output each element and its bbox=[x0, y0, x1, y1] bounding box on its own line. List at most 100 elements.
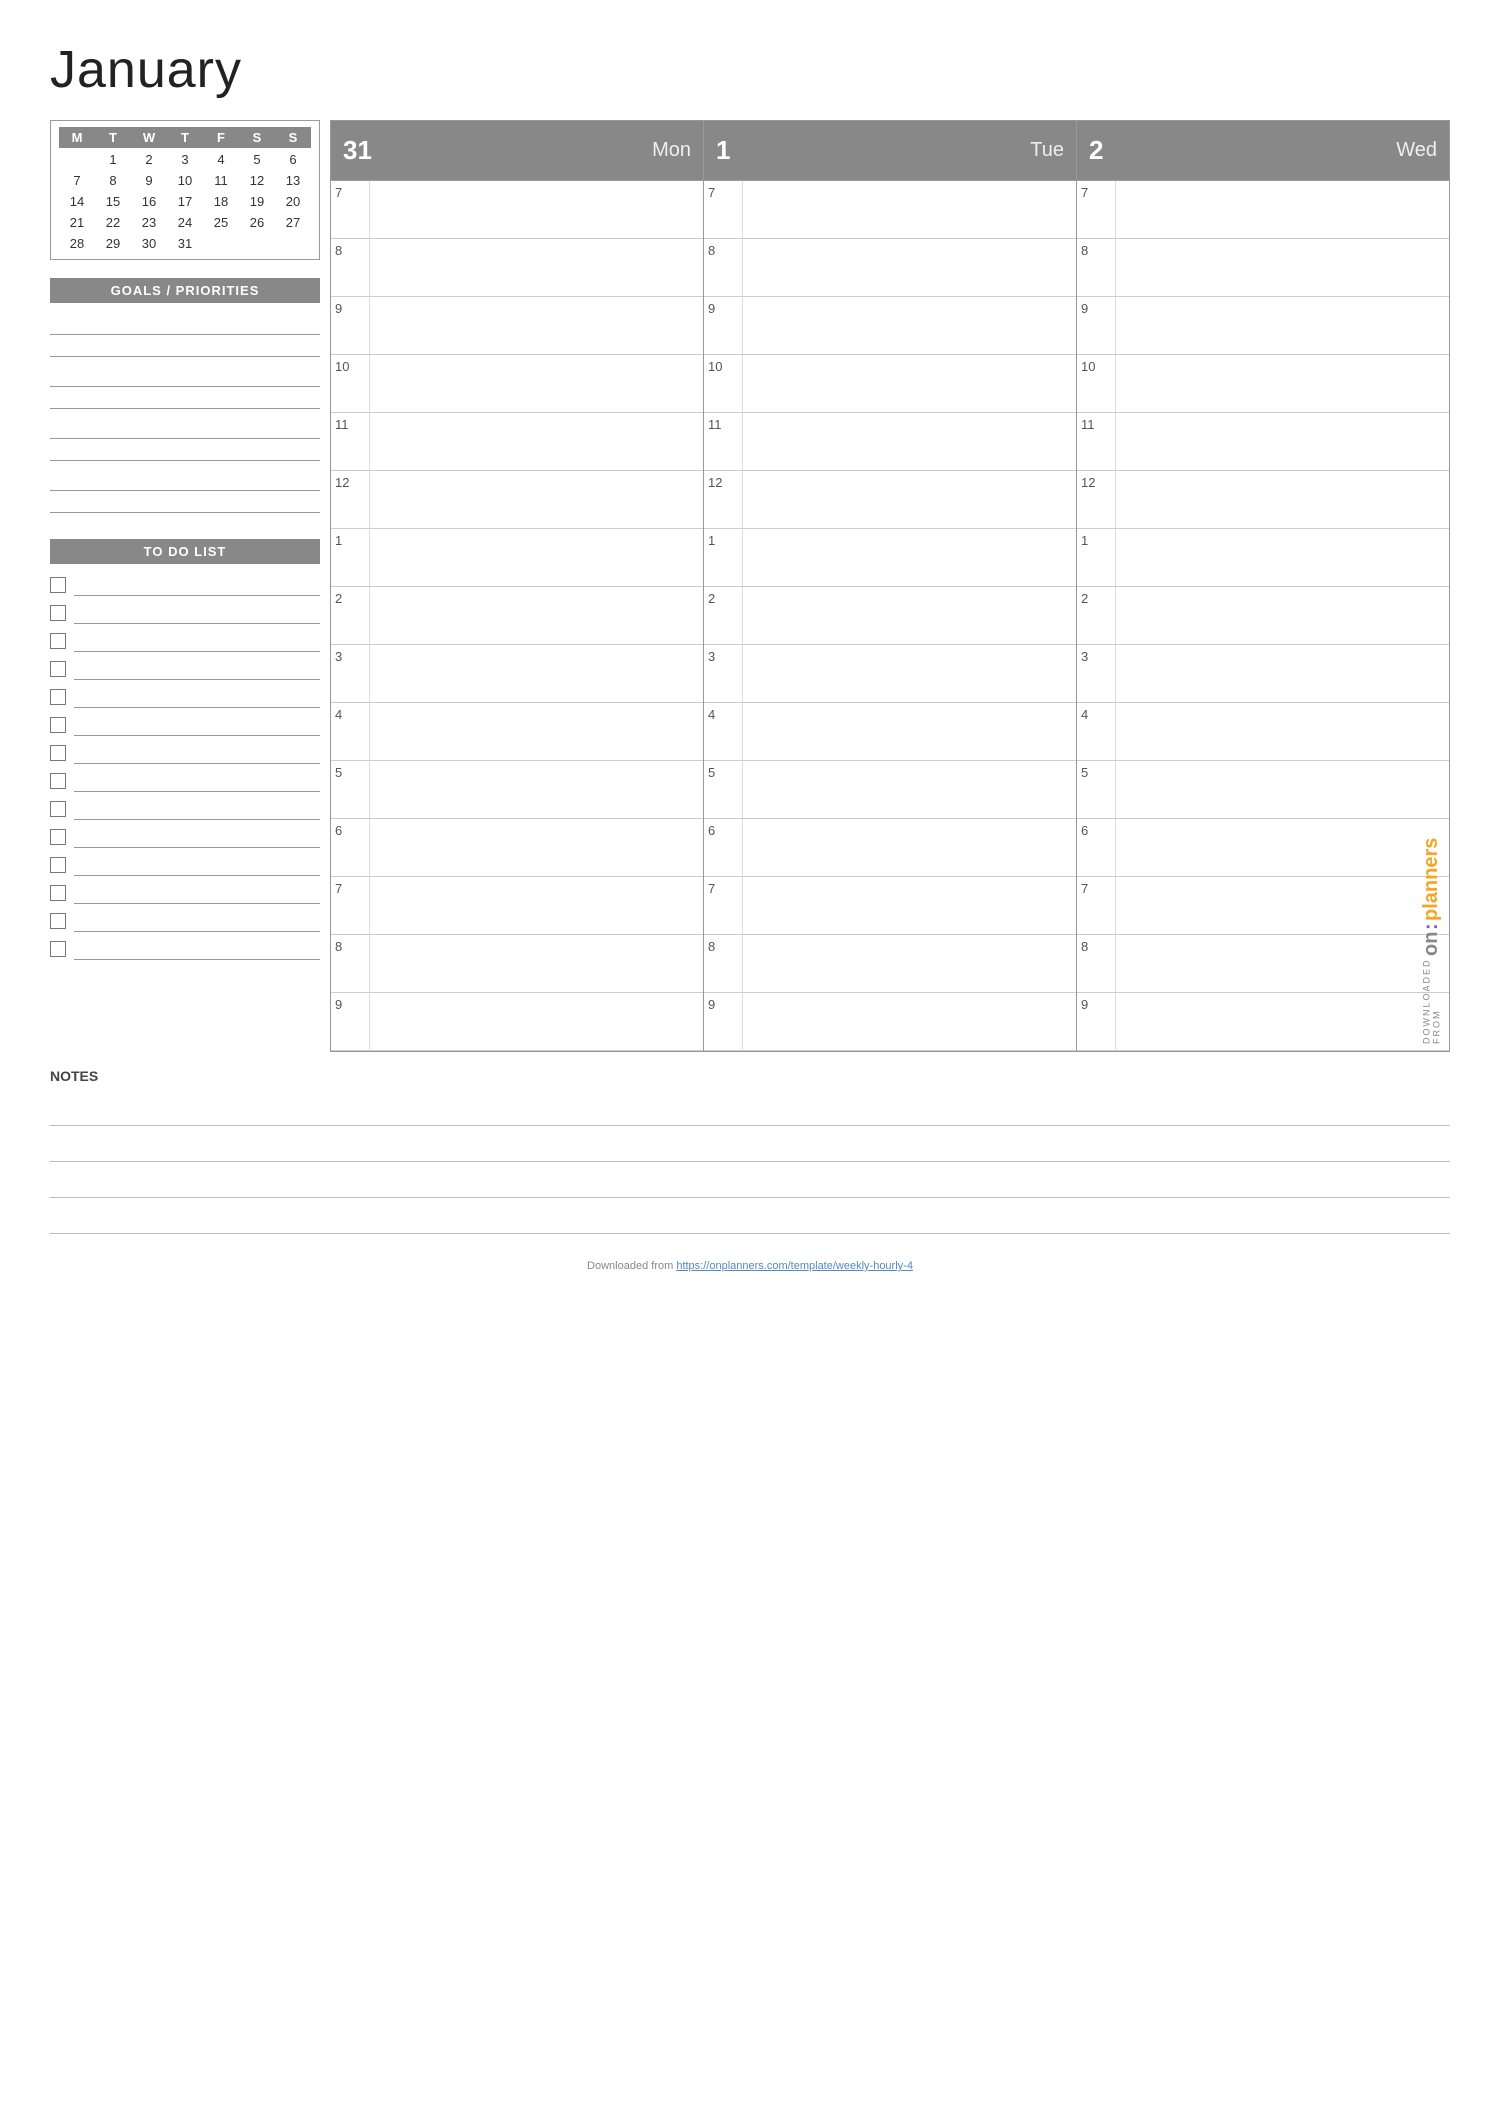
goals-header: GOALS / PRIORITIES bbox=[50, 278, 320, 303]
todo-checkbox-1[interactable] bbox=[50, 577, 66, 593]
time-slot-mon-1: 1 bbox=[331, 529, 703, 587]
todo-checkbox-9[interactable] bbox=[50, 801, 66, 817]
time-slot-mon-12: 12 bbox=[331, 471, 703, 529]
time-slot-mon-5: 5 bbox=[331, 761, 703, 819]
todo-item-1 bbox=[50, 574, 320, 596]
time-slot-tue-10: 10 bbox=[704, 355, 1076, 413]
time-slot-wed-2: 2 bbox=[1077, 587, 1449, 645]
time-slot-mon-2: 2 bbox=[331, 587, 703, 645]
cal-col-t2: T bbox=[167, 130, 203, 145]
mini-cal-grid: 1 2 3 4 5 6 7 8 9 10 11 12 13 14 15 16 1… bbox=[59, 150, 311, 253]
time-slot-tue-8: 8 bbox=[704, 239, 1076, 297]
time-slot-tue-11: 11 bbox=[704, 413, 1076, 471]
time-slot-mon-7: 7 bbox=[331, 181, 703, 239]
todo-item-13 bbox=[50, 910, 320, 932]
todo-checkbox-6[interactable] bbox=[50, 717, 66, 733]
day-num-mon: 31 bbox=[343, 135, 372, 166]
todo-item-2 bbox=[50, 602, 320, 624]
todo-checkbox-14[interactable] bbox=[50, 941, 66, 957]
notes-lines bbox=[50, 1090, 1450, 1234]
todo-checkbox-2[interactable] bbox=[50, 605, 66, 621]
todo-checkbox-7[interactable] bbox=[50, 745, 66, 761]
day-column-mon: 31 Mon 7 8 9 10 11 12 1 2 3 4 5 6 7 8 9 bbox=[330, 121, 703, 1051]
mini-cal-header: M T W T F S S bbox=[59, 127, 311, 148]
time-slot-wed-7b: 7 bbox=[1077, 877, 1449, 935]
todo-checkbox-8[interactable] bbox=[50, 773, 66, 789]
day-name-mon: Mon bbox=[652, 139, 691, 162]
time-slot-wed-5: 5 bbox=[1077, 761, 1449, 819]
time-slot-wed-3: 3 bbox=[1077, 645, 1449, 703]
notes-line-3[interactable] bbox=[50, 1162, 1450, 1198]
time-slot-tue-7b: 7 bbox=[704, 877, 1076, 935]
todo-item-10 bbox=[50, 826, 320, 848]
day-header-mon: 31 Mon bbox=[331, 121, 703, 181]
footer-link[interactable]: https://onplanners.com/template/weekly-h… bbox=[676, 1260, 913, 1272]
day-name-tue: Tue bbox=[1030, 139, 1064, 162]
goals-lines bbox=[50, 313, 320, 521]
time-slot-mon-8: 8 bbox=[331, 239, 703, 297]
todo-items bbox=[50, 574, 320, 966]
todo-item-3 bbox=[50, 630, 320, 652]
cal-col-w: W bbox=[131, 130, 167, 145]
time-slot-wed-9b: 9 DOWNLOADED FROM on:planners bbox=[1077, 993, 1449, 1051]
todo-item-7 bbox=[50, 742, 320, 764]
todo-checkbox-10[interactable] bbox=[50, 829, 66, 845]
time-slot-mon-6: 6 bbox=[331, 819, 703, 877]
cal-col-s: S bbox=[239, 130, 275, 145]
time-slot-wed-12: 12 bbox=[1077, 471, 1449, 529]
time-slot-wed-4: 4 bbox=[1077, 703, 1449, 761]
todo-checkbox-12[interactable] bbox=[50, 885, 66, 901]
time-slot-tue-9b: 9 bbox=[704, 993, 1076, 1051]
time-slot-tue-2: 2 bbox=[704, 587, 1076, 645]
todo-checkbox-13[interactable] bbox=[50, 913, 66, 929]
time-slot-mon-8b: 8 bbox=[331, 935, 703, 993]
todo-checkbox-4[interactable] bbox=[50, 661, 66, 677]
day-num-tue: 1 bbox=[716, 135, 730, 166]
time-slot-tue-5: 5 bbox=[704, 761, 1076, 819]
cal-col-t: T bbox=[95, 130, 131, 145]
cal-col-m: M bbox=[59, 130, 95, 145]
todo-item-4 bbox=[50, 658, 320, 680]
day-column-tue: 1 Tue 7 8 9 10 11 12 1 2 3 4 5 6 7 8 9 bbox=[703, 121, 1076, 1051]
time-slot-wed-1: 1 bbox=[1077, 529, 1449, 587]
cal-col-s2: S bbox=[275, 130, 311, 145]
todo-checkbox-11[interactable] bbox=[50, 857, 66, 873]
time-slot-mon-3: 3 bbox=[331, 645, 703, 703]
todo-item-12 bbox=[50, 882, 320, 904]
page-title: January bbox=[50, 40, 1450, 100]
time-slot-wed-11: 11 bbox=[1077, 413, 1449, 471]
notes-line-4[interactable] bbox=[50, 1198, 1450, 1234]
todo-item-11 bbox=[50, 854, 320, 876]
time-slot-mon-9: 9 bbox=[331, 297, 703, 355]
goal-line-3 bbox=[50, 417, 320, 461]
time-slot-wed-8: 8 bbox=[1077, 239, 1449, 297]
todo-item-6 bbox=[50, 714, 320, 736]
day-name-wed: Wed bbox=[1396, 139, 1437, 162]
brand-watermark: DOWNLOADED FROM on:planners bbox=[1420, 838, 1443, 1044]
time-slot-mon-11: 11 bbox=[331, 413, 703, 471]
time-slot-wed-6: 6 bbox=[1077, 819, 1449, 877]
time-slot-tue-1: 1 bbox=[704, 529, 1076, 587]
notes-section: NOTES bbox=[50, 1068, 1450, 1234]
brand-downloaded-text: DOWNLOADED FROM bbox=[1422, 958, 1442, 1044]
mini-calendar: M T W T F S S 1 2 3 4 5 6 7 8 9 10 11 bbox=[50, 120, 320, 260]
time-slot-mon-7b: 7 bbox=[331, 877, 703, 935]
sidebar: M T W T F S S 1 2 3 4 5 6 7 8 9 10 11 bbox=[50, 120, 330, 1052]
goal-line-1 bbox=[50, 313, 320, 357]
day-header-wed: 2 Wed bbox=[1077, 121, 1449, 181]
goals-section: GOALS / PRIORITIES bbox=[50, 278, 320, 521]
time-slot-tue-9: 9 bbox=[704, 297, 1076, 355]
notes-line-2[interactable] bbox=[50, 1126, 1450, 1162]
time-slot-wed-9: 9 bbox=[1077, 297, 1449, 355]
todo-checkbox-3[interactable] bbox=[50, 633, 66, 649]
brand-colon: : bbox=[1420, 923, 1443, 930]
time-slot-tue-3: 3 bbox=[704, 645, 1076, 703]
todo-checkbox-5[interactable] bbox=[50, 689, 66, 705]
todo-item-8 bbox=[50, 770, 320, 792]
day-header-tue: 1 Tue bbox=[704, 121, 1076, 181]
brand-on-text: on bbox=[1420, 932, 1443, 956]
todo-header: TO DO LIST bbox=[50, 539, 320, 564]
footer-url: Downloaded from https://onplanners.com/t… bbox=[50, 1252, 1450, 1272]
notes-line-1[interactable] bbox=[50, 1090, 1450, 1126]
time-slot-mon-10: 10 bbox=[331, 355, 703, 413]
